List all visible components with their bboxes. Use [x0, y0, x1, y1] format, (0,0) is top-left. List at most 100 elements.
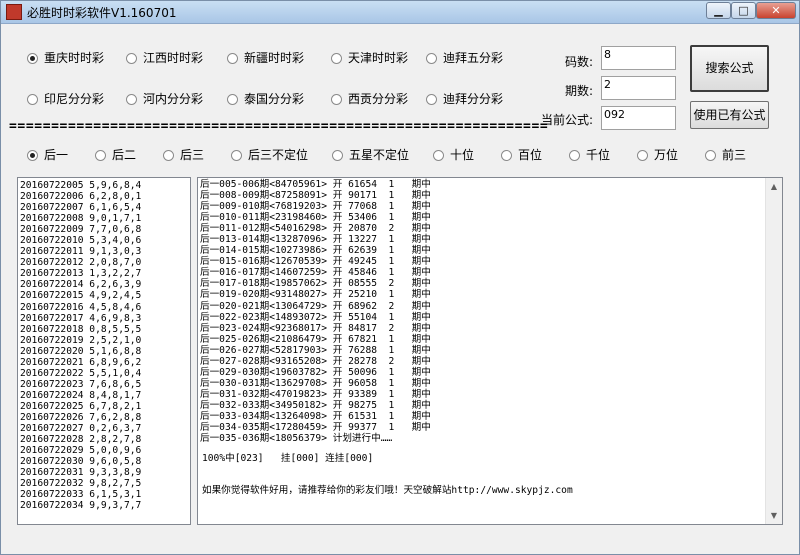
result-row: 后一016-017期<14607259> 开 45846 1 期中	[200, 267, 431, 279]
history-row[interactable]: 20160722009 7,7,0,6,8	[20, 224, 190, 235]
lottery-radio-label: 泰国分分彩	[244, 92, 305, 106]
maximize-button[interactable]: □	[731, 2, 756, 19]
history-row[interactable]: 20160722019 2,5,2,1,0	[20, 335, 190, 346]
history-row[interactable]: 20160722029 5,0,0,9,6	[20, 445, 190, 456]
history-row[interactable]: 20160722033 6,1,5,3,1	[20, 489, 190, 500]
position-radio[interactable]: 后一	[27, 147, 68, 163]
history-row[interactable]: 20160722027 0,2,6,3,7	[20, 423, 190, 434]
radio-indicator-icon	[426, 53, 437, 64]
position-radio-label: 千位	[586, 148, 611, 162]
search-formula-button[interactable]: 搜索公式	[690, 45, 769, 92]
result-row: 后一033-034期<13264098> 开 61531 1 期中	[200, 410, 431, 422]
result-row: 后一015-016期<12670539> 开 49245 1 期中	[200, 256, 431, 268]
lottery-radio[interactable]: 河内分分彩	[126, 91, 203, 107]
history-row[interactable]: 20160722023 7,6,8,6,5	[20, 379, 190, 390]
history-row[interactable]: 20160722006 6,2,8,0,1	[20, 191, 190, 202]
history-row[interactable]: 20160722017 4,6,9,8,3	[20, 313, 190, 324]
history-row[interactable]: 20160722022 5,5,1,0,4	[20, 368, 190, 379]
radio-indicator-icon	[332, 150, 343, 161]
position-radio[interactable]: 十位	[433, 147, 474, 163]
history-row[interactable]: 20160722034 9,9,3,7,7	[20, 500, 190, 511]
results-scrollbar[interactable]: ▲ ▼	[765, 178, 782, 524]
history-row[interactable]: 20160722018 0,8,5,5,5	[20, 324, 190, 335]
lottery-radio[interactable]: 新疆时时彩	[227, 50, 304, 66]
radio-indicator-icon	[569, 150, 580, 161]
lottery-radio-label: 河内分分彩	[143, 92, 204, 106]
radio-indicator-icon	[227, 53, 238, 64]
scroll-up-arrow-icon[interactable]: ▲	[766, 178, 782, 195]
lottery-radio-label: 西贡分分彩	[348, 92, 409, 106]
result-row: 后一025-026期<21086479> 开 67821 1 期中	[200, 333, 431, 345]
history-list[interactable]: 20160722005 5,9,6,8,4 20160722006 6,2,8,0…	[17, 177, 191, 525]
lottery-radio[interactable]: 重庆时时彩	[27, 50, 104, 66]
position-radio[interactable]: 前三	[705, 147, 746, 163]
position-radio[interactable]: 后二	[95, 147, 136, 163]
position-radio[interactable]: 五星不定位	[332, 147, 409, 163]
result-row: 后一019-020期<93148027> 开 25210 1 期中	[200, 289, 431, 301]
position-radio-label: 十位	[450, 148, 475, 162]
history-row[interactable]: 20160722010 5,3,4,0,6	[20, 235, 190, 246]
result-row: 后一017-018期<19857062> 开 08555 2 期中	[200, 278, 431, 290]
history-row[interactable]: 20160722014 6,2,6,3,9	[20, 279, 190, 290]
lottery-radio-label: 重庆时时彩	[44, 51, 105, 65]
position-radio[interactable]: 百位	[501, 147, 542, 163]
close-button[interactable]: ✕	[756, 2, 796, 19]
lottery-radio[interactable]: 泰国分分彩	[227, 91, 304, 107]
history-row[interactable]: 20160722030 9,6,0,5,8	[20, 456, 190, 467]
position-radio[interactable]: 千位	[569, 147, 610, 163]
current-formula-input[interactable]: 092	[601, 106, 676, 130]
separator-line: ========================================…	[9, 119, 549, 134]
lottery-radio[interactable]: 印尼分分彩	[27, 91, 104, 107]
title-bar: 必胜时时彩软件V1.160701 ▁ □ ✕	[1, 1, 799, 24]
hit-summary: 100%中[023] 挂[000] 连挂[000]	[202, 453, 374, 464]
lottery-radio[interactable]: 迪拜分分彩	[426, 91, 503, 107]
result-row: 后一031-032期<47019823> 开 93389 1 期中	[200, 388, 431, 400]
position-radio-label: 前三	[722, 148, 747, 162]
position-radio[interactable]: 后三	[163, 147, 204, 163]
app-icon	[6, 4, 22, 20]
history-row[interactable]: 20160722031 9,3,3,8,9	[20, 467, 190, 478]
scroll-down-arrow-icon[interactable]: ▼	[766, 507, 782, 524]
position-radio-label: 万位	[654, 148, 679, 162]
history-row[interactable]: 20160722025 6,7,8,2,1	[20, 401, 190, 412]
lottery-radio[interactable]: 天津时时彩	[331, 50, 408, 66]
radio-indicator-icon	[27, 150, 38, 161]
period-count-input[interactable]: 2	[601, 76, 676, 100]
history-row[interactable]: 20160722024 8,4,8,1,7	[20, 390, 190, 401]
main-window: 必胜时时彩软件V1.160701 ▁ □ ✕ 重庆时时彩 江西时时彩 新疆时时彩 天津…	[0, 0, 800, 555]
history-row[interactable]: 20160722015 4,9,2,4,5	[20, 290, 190, 301]
history-row[interactable]: 20160722011 9,1,3,0,3	[20, 246, 190, 257]
results-panel[interactable]: 后一005-006期<84705961> 开 61654 1 期中 后一008-0…	[197, 177, 783, 525]
code-count-label: 码数:	[564, 55, 593, 69]
radio-indicator-icon	[331, 94, 342, 105]
lottery-radio[interactable]: 迪拜五分彩	[426, 50, 503, 66]
results-content: 后一005-006期<84705961> 开 61654 1 期中 后一008-0…	[198, 178, 782, 444]
radio-indicator-icon	[163, 150, 174, 161]
lottery-radio-label: 迪拜五分彩	[443, 51, 504, 65]
lottery-radio[interactable]: 江西时时彩	[126, 50, 203, 66]
result-row: 后一026-027期<52817903> 开 76288 1 期中	[200, 344, 431, 356]
history-row[interactable]: 20160722005 5,9,6,8,4	[20, 180, 190, 191]
history-row[interactable]: 20160722008 9,0,1,7,1	[20, 213, 190, 224]
position-radio-label: 后二	[112, 148, 137, 162]
history-row[interactable]: 20160722013 1,3,2,2,7	[20, 268, 190, 279]
history-row[interactable]: 20160722026 7,6,2,8,8	[20, 412, 190, 423]
history-row[interactable]: 20160722032 9,8,2,7,5	[20, 478, 190, 489]
position-radio-label: 后三不定位	[248, 148, 309, 162]
use-existing-formula-button[interactable]: 使用已有公式	[690, 101, 769, 129]
code-count-input[interactable]: 8	[601, 46, 676, 70]
history-row[interactable]: 20160722016 4,5,8,4,6	[20, 302, 190, 313]
lottery-radio[interactable]: 西贡分分彩	[331, 91, 408, 107]
minimize-button[interactable]: ▁	[706, 2, 731, 19]
history-row[interactable]: 20160722021 6,8,9,6,2	[20, 357, 190, 368]
result-row: 后一029-030期<19603782> 开 50096 1 期中	[200, 366, 431, 378]
radio-indicator-icon	[331, 53, 342, 64]
result-row: 后一008-009期<87258091> 开 90171 1 期中	[200, 190, 431, 202]
history-row[interactable]: 20160722007 6,1,6,5,4	[20, 202, 190, 213]
history-row[interactable]: 20160722028 2,8,2,7,8	[20, 434, 190, 445]
history-row[interactable]: 20160722012 2,0,8,7,0	[20, 257, 190, 268]
result-row: 后一027-028期<93165208> 开 28278 2 期中	[200, 355, 431, 367]
position-radio[interactable]: 后三不定位	[231, 147, 308, 163]
position-radio[interactable]: 万位	[637, 147, 678, 163]
history-row[interactable]: 20160722020 5,1,6,8,8	[20, 346, 190, 357]
